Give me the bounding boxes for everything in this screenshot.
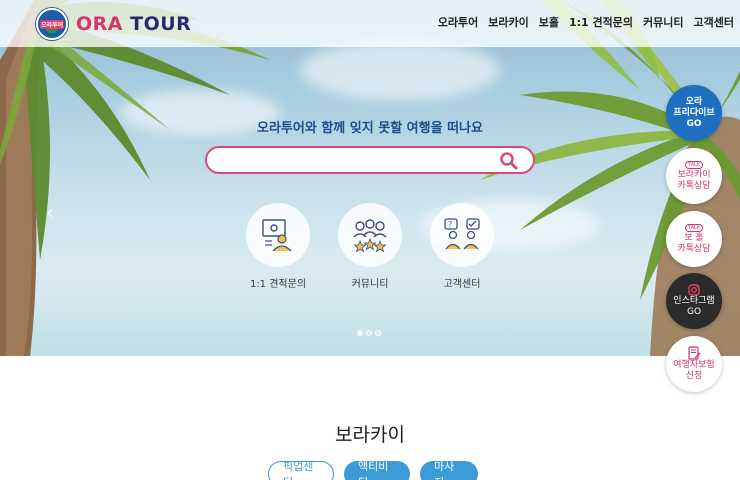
- free-dive-button[interactable]: 오라 프리다이브 GO: [666, 85, 722, 141]
- tab-massage[interactable]: 마사지: [420, 460, 478, 480]
- nav-item-customer-center[interactable]: 고객센터: [694, 14, 734, 30]
- search-icon[interactable]: [499, 151, 519, 175]
- free-dive-label-3: GO: [686, 118, 702, 129]
- instagram-button[interactable]: 인스타그램 GO: [666, 273, 722, 329]
- slider-pagination: [357, 330, 381, 336]
- search-bar: [205, 146, 535, 174]
- logo-text-tour: TOUR: [130, 13, 192, 35]
- logo-emblem-icon: 오라투어: [36, 8, 68, 40]
- bohol-kakao-button[interactable]: TALK 보 홀 카톡상담: [666, 211, 722, 267]
- nav-item-oratour[interactable]: 오라투어: [438, 14, 478, 30]
- bohol-kakao-label-1: 보 홀: [684, 232, 704, 243]
- palm-trees-image: [0, 0, 740, 356]
- consultation-icon: [246, 203, 310, 267]
- quick-link-community[interactable]: 커뮤니티: [338, 203, 402, 290]
- tab-pickup-sending[interactable]: 픽업센딩: [268, 460, 334, 480]
- logo-text-ora: ORA: [76, 13, 123, 35]
- logo-text: ORA TOUR: [76, 13, 191, 35]
- instagram-label-2: GO: [686, 307, 702, 317]
- site-logo[interactable]: 오라투어 ORA TOUR: [36, 8, 191, 40]
- travel-insurance-label-2: 신청: [685, 371, 703, 381]
- slider-prev-arrow[interactable]: ‹: [46, 200, 54, 224]
- logo-small-text: 오라투어: [39, 19, 65, 29]
- site-header: 오라투어 ORA TOUR 오라투어 보라카이 보홀 1:1 견적문의 커뮤니티…: [0, 0, 740, 47]
- slider-dot[interactable]: [366, 330, 372, 336]
- nav-item-quote[interactable]: 1:1 견적문의: [569, 14, 633, 30]
- travel-insurance-label-1: 여행자보험: [673, 360, 715, 370]
- nav-item-bohol[interactable]: 보홀: [539, 14, 559, 30]
- boracay-kakao-button[interactable]: TALK 보라카이 카톡상담: [666, 148, 722, 204]
- travel-insurance-button[interactable]: 여행자보험 신청: [666, 336, 722, 392]
- quick-link-quote[interactable]: 1:1 견적문의: [246, 203, 310, 290]
- bohol-kakao-label-2: 카톡상담: [677, 243, 711, 254]
- svg-text:?: ?: [448, 220, 452, 229]
- quick-link-customer-center[interactable]: ? 고객센터: [430, 203, 494, 290]
- category-tabs: 픽업센딩 액티비티 마사지: [268, 460, 478, 480]
- instagram-icon: [688, 284, 700, 296]
- nav-item-community[interactable]: 커뮤니티: [643, 14, 683, 30]
- hero-tagline: 오라투어와 함께 잊지 못할 여행을 떠나요: [257, 121, 483, 136]
- boracay-kakao-label-2: 카톡상담: [677, 180, 711, 191]
- free-dive-label-2: 프리다이브: [673, 107, 715, 118]
- document-edit-icon: [688, 346, 701, 360]
- hero-banner: [0, 0, 740, 356]
- quick-link-label: 1:1 견적문의: [249, 279, 307, 290]
- tab-activity[interactable]: 액티비티: [344, 460, 410, 480]
- search-input[interactable]: [219, 148, 499, 172]
- section-title: 보라카이: [335, 424, 405, 446]
- boracay-kakao-label-1: 보라카이: [677, 169, 711, 180]
- slider-dot[interactable]: [375, 330, 381, 336]
- instagram-label-1: 인스타그램: [673, 296, 715, 306]
- talk-icon: TALK: [684, 223, 704, 232]
- free-dive-label-1: 오라: [685, 96, 703, 107]
- community-icon: [338, 203, 402, 267]
- slider-dot-active[interactable]: [357, 330, 363, 336]
- nav-item-boracay[interactable]: 보라카이: [488, 14, 528, 30]
- customer-center-icon: ?: [430, 203, 494, 267]
- main-nav: 오라투어 보라카이 보홀 1:1 견적문의 커뮤니티 고객센터: [438, 14, 734, 30]
- quick-link-label: 고객센터: [443, 279, 481, 290]
- talk-icon: TALK: [684, 160, 704, 169]
- quick-link-label: 커뮤니티: [351, 279, 389, 290]
